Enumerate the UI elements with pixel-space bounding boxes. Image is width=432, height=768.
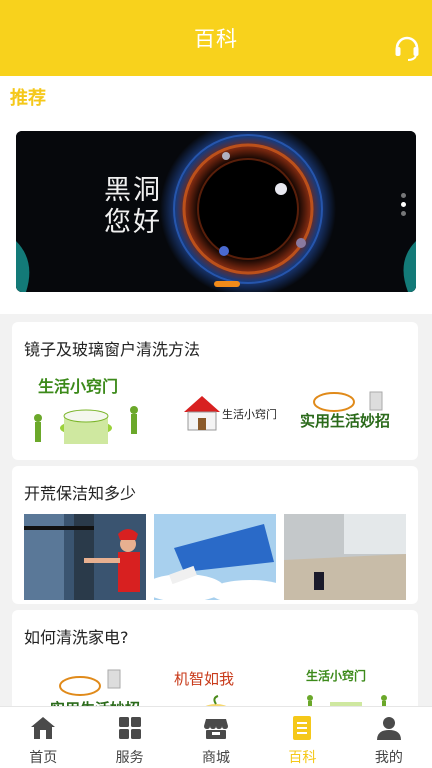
banner-carousel[interactable]: 黑洞 您好 [16, 131, 416, 292]
article-card[interactable]: 镜子及玻璃窗户清洗方法 生活小窍门 生活小窍门 实用生活妙招 [12, 322, 418, 460]
carousel-dots [401, 193, 407, 220]
tab-profile[interactable]: 我的 [346, 707, 432, 768]
banner-headline-line2: 您好 [104, 207, 162, 238]
article-thumbnail[interactable]: 生活小窍门 [24, 370, 146, 456]
carousel-dot[interactable] [401, 211, 406, 216]
tab-home[interactable]: 首页 [0, 707, 86, 768]
page-title: 百科 [194, 27, 238, 51]
article-title: 镜子及玻璃窗户清洗方法 [24, 340, 201, 359]
tab-store[interactable]: 商城 [173, 707, 259, 768]
article-title: 开荒保洁知多少 [24, 484, 137, 503]
tab-label: 首页 [29, 750, 58, 766]
home-icon [31, 717, 56, 739]
grid-icon [118, 717, 141, 739]
black-hole-illustration [16, 131, 416, 292]
article-card[interactable]: 如何清洗家电? 实用生活妙招 机智如我 ★ 生活 [12, 610, 418, 720]
tab-services[interactable]: 服务 [86, 707, 172, 768]
book-icon [293, 716, 312, 740]
banner-headline-line1: 黑洞 [104, 175, 162, 206]
article-thumbnail[interactable]: 实用生活妙招 [284, 370, 406, 456]
thumb-caption: 生活小窍门 [222, 407, 276, 421]
tab-encyclopedia[interactable]: 百科 [259, 707, 345, 768]
recommend-label: 推荐 [10, 88, 46, 109]
user-icon [376, 717, 401, 740]
headset-icon[interactable] [394, 33, 420, 61]
article-thumbnail[interactable] [284, 514, 406, 600]
tab-label: 我的 [374, 750, 403, 766]
article-thumbnails: 生活小窍门 生活小窍门 实用生活妙招 [24, 370, 406, 456]
article-thumbnail[interactable]: 生活小窍门 [154, 370, 276, 456]
thumb-caption: 生活小窍门 [38, 377, 118, 396]
carousel-dot-active[interactable] [401, 202, 406, 207]
article-thumbnail[interactable] [154, 514, 276, 600]
tab-label: 百科 [288, 750, 317, 766]
tab-label: 商城 [202, 750, 231, 766]
bottom-tab-bar: 首页 服务 商城 百科 我的 [0, 706, 432, 768]
thumb-caption: 生活小窍门 [306, 668, 366, 683]
article-thumbnails [24, 514, 406, 600]
thumb-caption: 实用生活妙招 [300, 412, 390, 430]
article-thumbnail[interactable] [24, 514, 146, 600]
tab-label: 服务 [115, 750, 144, 766]
store-icon [204, 719, 229, 739]
thumb-caption: 机智如我 [174, 670, 234, 688]
app-header: 百科 [0, 0, 432, 76]
banner-headline: 黑洞 您好 [104, 175, 180, 239]
article-title: 如何清洗家电? [24, 628, 129, 647]
article-card[interactable]: 开荒保洁知多少 [12, 466, 418, 604]
carousel-dot[interactable] [401, 193, 406, 198]
